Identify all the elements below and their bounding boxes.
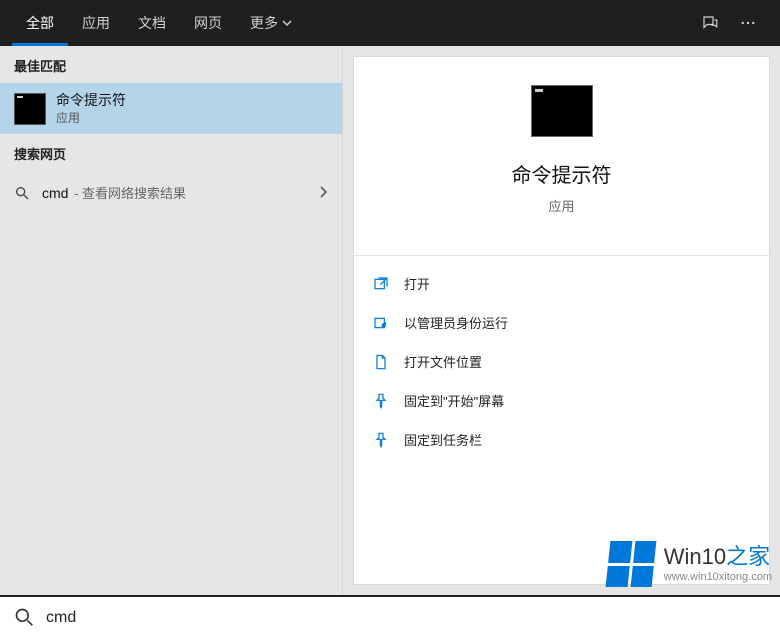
action-pin-taskbar[interactable]: 固定到任务栏 [372, 420, 751, 459]
actions-list: 打开 以管理员身份运行 打开文件位置 [354, 255, 769, 459]
action-pin-start-label: 固定到"开始"屏幕 [404, 391, 504, 410]
pin-start-icon [372, 392, 390, 410]
action-open[interactable]: 打开 [372, 264, 751, 303]
detail-panel-wrap: 命令提示符 应用 打开 以管理员身份运行 [343, 46, 780, 595]
results-panel: 最佳匹配 命令提示符 应用 搜索网页 cmd - 查看网络搜索结果 [0, 46, 343, 595]
open-icon [372, 275, 390, 293]
watermark-url: www.win10xitong.com [664, 571, 772, 584]
search-bar [0, 595, 780, 639]
detail-card: 命令提示符 应用 打开 以管理员身份运行 [353, 56, 770, 585]
feedback-icon[interactable] [698, 11, 722, 35]
action-run-admin[interactable]: 以管理员身份运行 [372, 303, 751, 342]
web-search-suffix: - 查看网络搜索结果 [70, 186, 186, 201]
action-file-location[interactable]: 打开文件位置 [372, 342, 751, 381]
action-run-admin-label: 以管理员身份运行 [404, 313, 508, 332]
search-input[interactable] [46, 609, 766, 627]
web-search-header: 搜索网页 [0, 134, 342, 171]
best-match-header: 最佳匹配 [0, 46, 342, 83]
web-search-row[interactable]: cmd - 查看网络搜索结果 [0, 171, 342, 214]
windows-logo-icon [605, 541, 656, 587]
tabs-bar: 全部 应用 文档 网页 更多 [0, 0, 780, 46]
web-search-query: cmd [42, 185, 68, 201]
body-area: 最佳匹配 命令提示符 应用 搜索网页 cmd - 查看网络搜索结果 [0, 46, 780, 595]
file-location-icon [372, 353, 390, 371]
tab-more[interactable]: 更多 [236, 0, 306, 46]
watermark: Win10之家 www.win10xitong.com [608, 541, 772, 587]
detail-title: 命令提示符 [512, 159, 612, 188]
result-subtitle: 应用 [56, 110, 126, 126]
tab-web[interactable]: 网页 [180, 0, 236, 46]
search-icon [14, 185, 30, 201]
action-pin-start[interactable]: 固定到"开始"屏幕 [372, 381, 751, 420]
more-options-icon[interactable] [736, 11, 760, 35]
chevron-right-icon [318, 185, 328, 201]
tab-apps[interactable]: 应用 [68, 0, 124, 46]
pin-taskbar-icon [372, 431, 390, 449]
detail-subtitle: 应用 [548, 196, 574, 215]
watermark-title: Win10之家 [664, 544, 772, 570]
action-file-location-label: 打开文件位置 [404, 352, 482, 371]
cmd-icon [14, 93, 46, 125]
action-pin-taskbar-label: 固定到任务栏 [404, 430, 482, 449]
tab-all[interactable]: 全部 [12, 0, 68, 46]
best-match-result[interactable]: 命令提示符 应用 [0, 83, 342, 134]
chevron-down-icon [282, 15, 292, 31]
run-admin-icon [372, 314, 390, 332]
action-open-label: 打开 [404, 274, 430, 293]
detail-app-icon [531, 85, 593, 137]
tab-docs[interactable]: 文档 [124, 0, 180, 46]
tab-more-label: 更多 [250, 13, 278, 33]
result-title: 命令提示符 [56, 91, 126, 110]
search-bar-icon [14, 607, 34, 630]
